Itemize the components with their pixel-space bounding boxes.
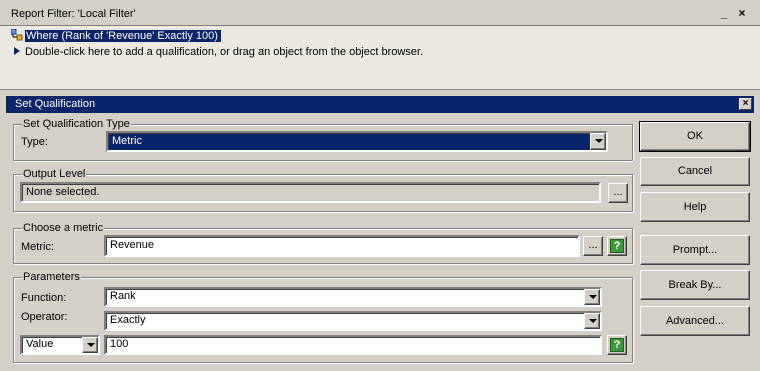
dialog-title: Set Qualification bbox=[15, 98, 96, 110]
value-type-dropdown[interactable]: Value bbox=[20, 335, 100, 355]
dropdown-arrow-icon[interactable] bbox=[590, 133, 606, 150]
group-label: Set Qualification Type bbox=[22, 117, 131, 131]
cancel-button[interactable]: Cancel bbox=[640, 157, 750, 186]
dropdown-arrow-icon[interactable] bbox=[584, 313, 600, 329]
function-label: Function: bbox=[21, 292, 67, 304]
type-dropdown-value: Metric bbox=[112, 135, 142, 147]
metric-help-icon[interactable]: ? bbox=[607, 236, 627, 256]
minimize-icon[interactable]: _ bbox=[717, 6, 731, 20]
report-filter-body[interactable]: Where (Rank of 'Revenue' Exactly 100) Do… bbox=[0, 26, 760, 90]
group-label: Output Level bbox=[22, 167, 87, 181]
filter-qualification-label[interactable]: Where (Rank of 'Revenue' Exactly 100) bbox=[25, 30, 221, 42]
value-help-icon[interactable]: ? bbox=[607, 335, 627, 355]
ok-button[interactable]: OK bbox=[639, 121, 751, 152]
filter-qualification-item[interactable]: Where (Rank of 'Revenue' Exactly 100) bbox=[11, 28, 221, 44]
type-dropdown[interactable]: Metric bbox=[106, 131, 608, 152]
metric-value: Revenue bbox=[110, 239, 155, 251]
help-button[interactable]: Help bbox=[640, 192, 750, 222]
break-by-button[interactable]: Break By... bbox=[640, 270, 750, 300]
report-filter-title: Report Filter: 'Local Filter' bbox=[11, 8, 136, 20]
filter-add-hint[interactable]: Double-click here to add a qualification… bbox=[11, 44, 423, 60]
arrow-bullet-icon bbox=[14, 47, 20, 55]
metric-browse-button[interactable]: ... bbox=[583, 236, 603, 256]
function-dropdown[interactable]: Rank bbox=[104, 287, 602, 307]
metric-label: Metric: bbox=[21, 241, 54, 253]
output-level-field: None selected. bbox=[20, 182, 601, 203]
value-field-value: 100 bbox=[110, 338, 129, 350]
filter-add-hint-text: Double-click here to add a qualification… bbox=[25, 46, 424, 58]
operator-label: Operator: bbox=[21, 311, 68, 323]
operator-dropdown-value: Exactly bbox=[110, 314, 146, 326]
value-field[interactable]: 100 bbox=[104, 335, 602, 355]
prompt-button[interactable]: Prompt... bbox=[640, 235, 750, 265]
value-type-dropdown-value: Value bbox=[26, 338, 54, 350]
group-label: Choose a metric bbox=[22, 221, 105, 235]
function-dropdown-value: Rank bbox=[110, 290, 136, 302]
report-filter-header: Report Filter: 'Local Filter' _ × bbox=[0, 0, 760, 26]
group-label: Parameters bbox=[22, 270, 81, 284]
dropdown-arrow-icon[interactable] bbox=[82, 337, 98, 353]
dialog-titlebar: Set Qualification × bbox=[6, 96, 754, 113]
dropdown-arrow-icon[interactable] bbox=[584, 289, 600, 305]
close-icon[interactable]: × bbox=[735, 6, 749, 20]
metric-field[interactable]: Revenue bbox=[104, 235, 580, 257]
type-label: Type: bbox=[21, 136, 48, 148]
dialog-close-icon[interactable]: × bbox=[739, 98, 752, 110]
output-level-value: None selected. bbox=[26, 186, 100, 198]
filter-tree-icon bbox=[11, 29, 23, 41]
operator-dropdown[interactable]: Exactly bbox=[104, 311, 602, 331]
advanced-button[interactable]: Advanced... bbox=[640, 306, 750, 336]
output-level-browse-button[interactable]: ... bbox=[608, 183, 628, 203]
